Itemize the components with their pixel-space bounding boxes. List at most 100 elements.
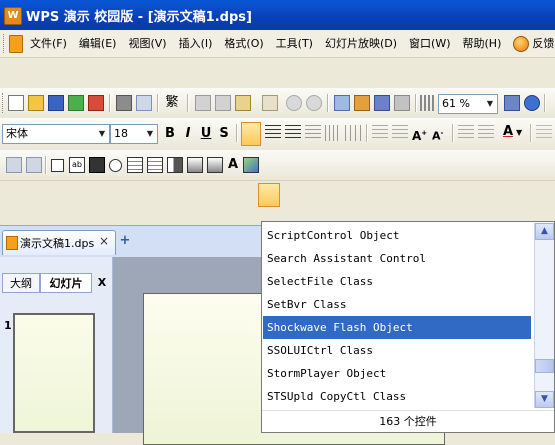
- justify-icon[interactable]: [305, 125, 321, 141]
- option-button-control-icon[interactable]: [109, 159, 122, 172]
- decrease-font-icon[interactable]: A-: [432, 125, 448, 143]
- help-icon[interactable]: [524, 95, 540, 111]
- slide-thumbnail[interactable]: [13, 313, 95, 433]
- label-control-icon[interactable]: A: [225, 157, 241, 173]
- font-name-select[interactable]: 宋体 ▼: [2, 124, 110, 144]
- textbox-control-icon[interactable]: ab: [69, 157, 85, 173]
- distribute-icon[interactable]: [325, 125, 341, 141]
- design-mode-icon[interactable]: [6, 157, 22, 173]
- toolbar-separator: [452, 124, 454, 142]
- font-color-button[interactable]: A: [500, 125, 516, 141]
- scroll-up-icon[interactable]: ▲: [535, 223, 554, 240]
- menu-file[interactable]: 文件(F): [24, 34, 73, 54]
- combobox-control-icon[interactable]: [147, 157, 163, 173]
- print-preview-icon[interactable]: [136, 95, 152, 111]
- text-shadow-button[interactable]: S: [217, 124, 231, 144]
- increase-font-icon[interactable]: A+: [412, 125, 428, 143]
- insert-chart-icon[interactable]: [354, 95, 370, 111]
- columns-icon[interactable]: [345, 125, 361, 141]
- listbox-control-icon[interactable]: [127, 157, 143, 173]
- close-panel-icon[interactable]: X: [93, 273, 111, 293]
- new-tab-icon[interactable]: +: [118, 234, 132, 248]
- zoom-value: 61 %: [442, 97, 470, 110]
- zoom-select[interactable]: 61 % ▼: [438, 94, 498, 114]
- list-item[interactable]: SetBvr Class: [263, 293, 531, 316]
- more-controls-button[interactable]: [258, 183, 280, 207]
- menu-insert[interactable]: 插入(I): [173, 34, 219, 54]
- bold-button[interactable]: B: [163, 124, 177, 144]
- align-right-icon[interactable]: [285, 125, 301, 141]
- list-item[interactable]: ScriptControl Object: [263, 224, 531, 247]
- open-folder-icon[interactable]: [28, 95, 44, 111]
- save-as-icon[interactable]: [68, 95, 84, 111]
- cut-icon[interactable]: [215, 95, 231, 111]
- menu-slideshow[interactable]: 幻灯片放映(D): [319, 34, 403, 54]
- panel-tabs: 大纲 幻灯片 X: [0, 273, 112, 295]
- italic-button[interactable]: I: [181, 124, 195, 144]
- menu-feedback-label: 反馈(B): [532, 36, 555, 50]
- scroll-down-icon[interactable]: ▼: [535, 391, 554, 408]
- underline-button[interactable]: U: [199, 124, 213, 144]
- menu-window[interactable]: 窗口(W): [403, 34, 456, 54]
- format-painter-icon[interactable]: [262, 95, 278, 111]
- image-control-icon[interactable]: [243, 157, 259, 173]
- redo-icon[interactable]: [306, 95, 322, 111]
- menu-edit[interactable]: 编辑(E): [73, 34, 123, 54]
- formula-icon[interactable]: [334, 95, 350, 111]
- undo-icon[interactable]: [286, 95, 302, 111]
- toggle-button-control-icon[interactable]: [167, 157, 183, 173]
- close-tab-icon[interactable]: ×: [99, 234, 109, 248]
- numbered-list-icon[interactable]: [372, 125, 388, 141]
- list-item[interactable]: STSUpld CopyCtl Class: [263, 385, 531, 408]
- menu-grip-handle[interactable]: [3, 34, 7, 53]
- insert-picture-icon[interactable]: [394, 95, 410, 111]
- line-spacing-icon[interactable]: [536, 125, 552, 141]
- copy-icon[interactable]: [195, 95, 211, 111]
- spin-button-control-icon[interactable]: [187, 157, 203, 173]
- font-name-value: 宋体: [6, 127, 28, 140]
- toolbar-separator: [415, 94, 417, 112]
- toolbar-separator: [236, 124, 238, 142]
- find-icon[interactable]: [504, 95, 520, 111]
- list-item[interactable]: SelectFile Class: [263, 270, 531, 293]
- feedback-icon: [513, 35, 530, 52]
- toolbar-separator: [366, 124, 368, 142]
- increase-indent-icon[interactable]: [478, 125, 494, 141]
- document-tab[interactable]: 演示文稿1.dps ×: [2, 230, 116, 255]
- scrollbar-thumb[interactable]: [535, 359, 554, 373]
- font-size-select[interactable]: 18 ▼: [110, 124, 158, 144]
- toolbar-grip-handle[interactable]: [2, 93, 6, 113]
- traditional-chinese-icon[interactable]: 繁: [164, 95, 180, 111]
- wps-app-icon: W: [4, 7, 22, 25]
- insert-table-icon[interactable]: [374, 95, 390, 111]
- scrollbar-control-icon[interactable]: [207, 157, 223, 173]
- save-icon[interactable]: [48, 95, 64, 111]
- align-center-icon[interactable]: [265, 125, 281, 141]
- bullet-list-icon[interactable]: [392, 125, 408, 141]
- list-item-selected[interactable]: Shockwave Flash Object: [263, 316, 531, 339]
- command-button-control-icon[interactable]: [89, 157, 105, 173]
- tab-outline[interactable]: 大纲: [2, 273, 40, 293]
- list-scrollbar[interactable]: ▲ ▼: [534, 223, 554, 408]
- new-document-icon[interactable]: [8, 95, 24, 111]
- menu-view[interactable]: 视图(V): [122, 34, 172, 54]
- export-pdf-icon[interactable]: [88, 95, 104, 111]
- menu-format[interactable]: 格式(O): [218, 34, 269, 54]
- checkbox-control-icon[interactable]: [51, 159, 64, 172]
- print-icon[interactable]: [116, 95, 132, 111]
- menu-help[interactable]: 帮助(H): [457, 34, 508, 54]
- list-item[interactable]: Search Assistant Control: [263, 247, 531, 270]
- menu-tools[interactable]: 工具(T): [270, 34, 319, 54]
- document-icon[interactable]: [9, 35, 23, 53]
- list-item[interactable]: SSOLUICtrl Class: [263, 339, 531, 362]
- list-item[interactable]: StormPlayer Object: [263, 362, 531, 385]
- slides-panel: 大纲 幻灯片 X 1: [0, 257, 113, 433]
- tab-slides[interactable]: 幻灯片: [40, 273, 92, 293]
- properties-icon[interactable]: [26, 157, 42, 173]
- decrease-indent-icon[interactable]: [458, 125, 474, 141]
- chevron-down-icon[interactable]: ▼: [516, 125, 526, 141]
- paste-icon[interactable]: [235, 95, 251, 111]
- menu-feedback[interactable]: 反馈(B): [507, 34, 555, 54]
- grid-icon[interactable]: [420, 95, 436, 111]
- align-left-button[interactable]: [241, 122, 261, 146]
